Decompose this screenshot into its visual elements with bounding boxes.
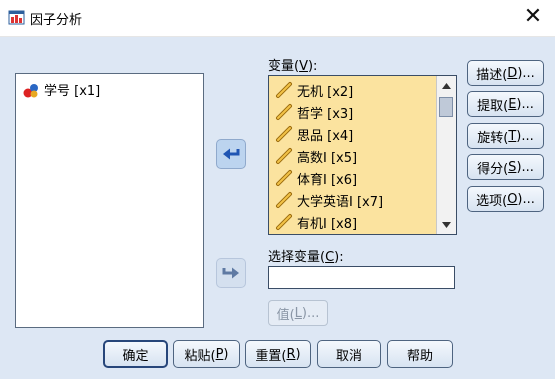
window-title: 因子分析 <box>30 13 83 28</box>
list-item[interactable]: 无机 [x2] <box>275 79 353 101</box>
scale-ruler-icon <box>276 104 292 120</box>
move-to-variables-button[interactable] <box>216 139 246 169</box>
nominal-variable-icon <box>23 83 38 97</box>
options-button[interactable]: 选项(O)... <box>467 186 544 212</box>
list-item[interactable]: 学号 [x1] <box>22 80 100 99</box>
close-icon[interactable]: ✕ <box>521 5 545 29</box>
list-item[interactable]: 高数I [x5] <box>275 145 357 167</box>
scale-ruler-icon <box>276 148 292 164</box>
variables-list-items: 无机 [x2] 哲学 [x3] 思品 [x4] 高数I [x5] 体育I [x6… <box>269 76 436 234</box>
list-item[interactable]: 思品 [x4] <box>275 123 353 145</box>
source-variable-list[interactable]: 学号 [x1] <box>15 73 204 328</box>
scale-ruler-icon <box>276 82 292 98</box>
scale-ruler-icon <box>276 126 292 142</box>
list-item-label: 思品 [x4] <box>297 128 354 144</box>
dialog-body: 学号 [x1] 变量(V): 无机 [x2] 哲学 [x3] 思品 [x4] 高… <box>0 36 555 379</box>
rotation-button[interactable]: 旋转(T)... <box>467 123 544 149</box>
list-item[interactable]: 体育I [x6] <box>275 167 357 189</box>
scroll-up-icon[interactable] <box>438 77 455 94</box>
selection-variable-field[interactable] <box>268 266 455 289</box>
list-item[interactable]: 大学英语I [x7] <box>275 189 383 211</box>
list-item-label: 哲学 [x3] <box>297 106 354 122</box>
selection-variable-label: 选择变量(C): <box>268 250 344 265</box>
list-item[interactable]: 哲学 [x3] <box>275 101 353 123</box>
list-item-label: 大学英语I [x7] <box>297 194 384 210</box>
list-item-label: 高数I [x5] <box>297 150 358 166</box>
extraction-button[interactable]: 提取(E)... <box>467 91 544 117</box>
list-item[interactable]: 有机I [x8] <box>275 211 357 233</box>
list-item-label: 有机I [x8] <box>297 216 358 232</box>
move-to-selection-button[interactable] <box>216 258 246 288</box>
value-button[interactable]: 值(L)... <box>268 300 328 326</box>
list-item-label: 无机 [x2] <box>297 84 354 100</box>
list-item-label: 学号 [x1] <box>44 84 101 99</box>
arrow-right-icon <box>222 267 239 279</box>
title-bar: 因子分析 ✕ <box>0 0 555 36</box>
ok-button[interactable]: 确定 <box>103 340 168 368</box>
scale-ruler-icon <box>276 192 292 208</box>
arrow-left-icon <box>223 148 240 160</box>
cancel-button[interactable]: 取消 <box>317 340 381 368</box>
scores-button[interactable]: 得分(S)... <box>467 154 544 180</box>
help-button[interactable]: 帮助 <box>387 340 453 368</box>
factor-analysis-dialog: 因子分析 ✕ 学号 [x1] 变量(V): 无机 [x2] 哲学 [x3] 思品… <box>0 0 555 379</box>
variables-list[interactable]: 无机 [x2] 哲学 [x3] 思品 [x4] 高数I [x5] 体育I [x6… <box>268 75 457 235</box>
reset-button[interactable]: 重置(R) <box>245 340 311 368</box>
app-icon <box>8 9 25 26</box>
scroll-down-icon[interactable] <box>438 216 455 233</box>
descriptives-button[interactable]: 描述(D)... <box>467 60 544 86</box>
scale-ruler-icon <box>276 170 292 186</box>
list-item-label: 体育I [x6] <box>297 172 358 188</box>
scrollbar-thumb[interactable] <box>439 97 453 117</box>
variables-label: 变量(V): <box>268 59 318 74</box>
vertical-scrollbar[interactable] <box>436 76 456 234</box>
paste-button[interactable]: 粘贴(P) <box>173 340 240 368</box>
scale-ruler-icon <box>276 214 292 230</box>
